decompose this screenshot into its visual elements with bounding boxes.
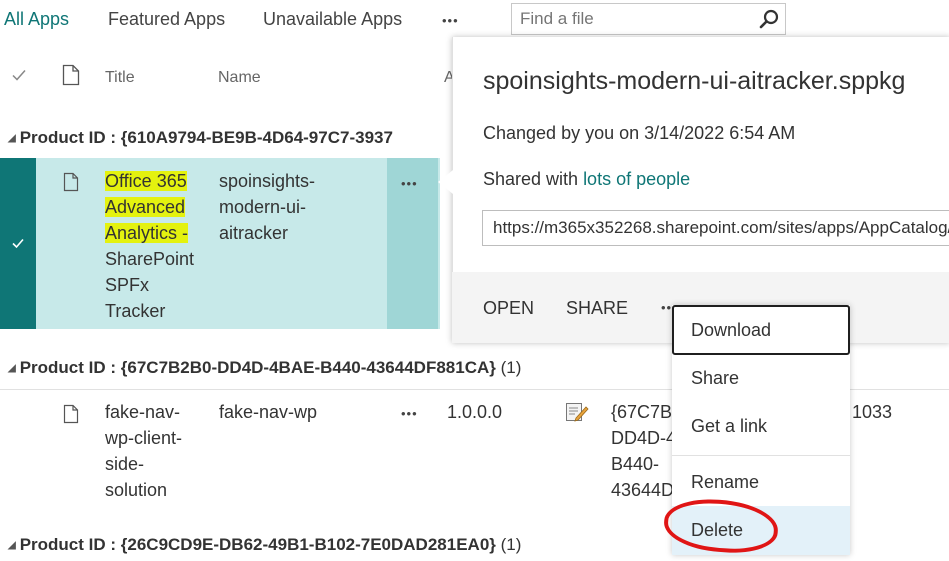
- collapse-triangle-icon[interactable]: ◢: [8, 133, 16, 144]
- file-url-text[interactable]: https://m365x352268.sharepoint.com/sites…: [493, 218, 949, 238]
- row-checked-icon[interactable]: [11, 236, 25, 255]
- group-header[interactable]: ◢ Product ID : {67C7B2B0-DD4D-4BAE-B440-4…: [8, 358, 521, 378]
- row-product-id: {67C7B DD4D-4 B440- 43644D: [611, 402, 677, 500]
- tab-featured-apps[interactable]: Featured Apps: [108, 9, 225, 30]
- row-name: spoinsights- modern-ui- aitracker: [219, 171, 316, 243]
- file-type-header-icon[interactable]: [62, 64, 80, 91]
- menu-item-share[interactable]: Share: [672, 355, 850, 401]
- collapse-triangle-icon[interactable]: ◢: [8, 540, 16, 551]
- row-name: fake-nav-wp: [219, 402, 318, 422]
- callout-filename: spoinsights-modern-ui-aitracker.sppkg: [483, 67, 906, 95]
- select-all-checkmark-icon[interactable]: [11, 67, 27, 88]
- column-header-title[interactable]: Title: [105, 69, 135, 87]
- document-icon: [63, 172, 79, 197]
- group-header[interactable]: ◢ Product ID : {26C9CD9E-DB62-49B1-B102-7…: [8, 535, 521, 555]
- menu-separator: [672, 455, 850, 456]
- callout-shared-info: Shared with lots of people: [483, 169, 691, 189]
- menu-item-get-a-link[interactable]: Get a link: [672, 401, 850, 451]
- callout-changed-info: Changed by you on 3/14/2022 6:54 AM: [483, 123, 796, 143]
- search-box[interactable]: [511, 3, 786, 35]
- row-title[interactable]: Office 365 Advanced Analytics - SharePoi…: [105, 168, 194, 324]
- tab-unavailable-apps[interactable]: Unavailable Apps: [263, 9, 402, 30]
- menu-item-download[interactable]: Download: [672, 305, 850, 355]
- edit-document-icon: [565, 401, 589, 428]
- row-more-button[interactable]: •••: [401, 406, 418, 421]
- row-more-button[interactable]: •••: [401, 176, 418, 191]
- row-version: 1.0.0.0: [447, 402, 503, 422]
- document-icon: [63, 404, 79, 429]
- more-tabs-button[interactable]: •••: [442, 13, 459, 28]
- column-header-name[interactable]: Name: [218, 69, 261, 87]
- shared-with-link[interactable]: lots of people: [583, 169, 690, 189]
- share-button[interactable]: SHARE: [566, 298, 628, 319]
- search-icon[interactable]: [758, 7, 782, 36]
- group-header[interactable]: ◢ Product ID : {610A9794-BE9B-4D64-97C7-3…: [8, 128, 393, 148]
- collapse-triangle-icon[interactable]: ◢: [8, 363, 16, 374]
- open-button[interactable]: OPEN: [483, 298, 534, 319]
- row-title[interactable]: fake-nav- wp-client- side- solution: [105, 399, 182, 503]
- tab-all-apps[interactable]: All Apps: [4, 9, 69, 30]
- callout-beak: [438, 170, 453, 194]
- search-input[interactable]: [520, 8, 740, 30]
- file-url-field[interactable]: https://m365x352268.sharepoint.com/sites…: [482, 210, 949, 246]
- row-locale: 1033: [852, 402, 893, 422]
